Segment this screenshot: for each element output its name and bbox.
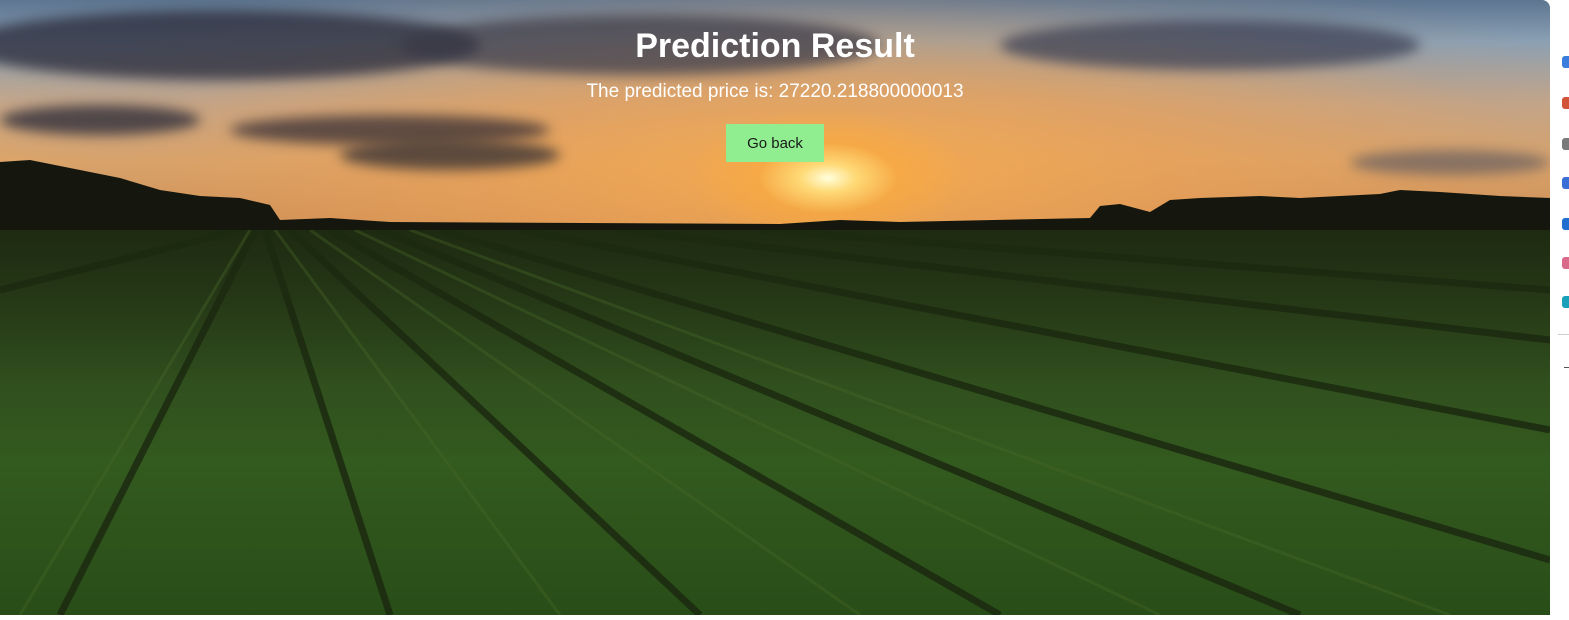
side-panel-blue-icon[interactable] xyxy=(1562,56,1569,68)
side-panel-add-icon[interactable] xyxy=(1564,367,1569,368)
go-back-button[interactable]: Go back xyxy=(726,124,824,162)
side-panel-teal-icon[interactable] xyxy=(1562,296,1569,308)
side-panel-gray-icon[interactable] xyxy=(1562,138,1569,150)
result-container: Prediction Result The predicted price is… xyxy=(0,0,1550,162)
browser-side-panel xyxy=(1550,0,1569,620)
side-panel-blue-icon[interactable] xyxy=(1562,218,1569,230)
crop-rows xyxy=(0,230,1550,615)
side-panel-divider xyxy=(1558,334,1569,335)
side-panel-multicolor-icon[interactable] xyxy=(1562,257,1569,269)
side-panel-orange-icon[interactable] xyxy=(1562,97,1569,109)
bottom-edge xyxy=(0,615,1569,620)
predicted-price-text: The predicted price is: 27220.2188000000… xyxy=(586,81,964,102)
side-panel-blue-icon[interactable] xyxy=(1562,177,1569,189)
page-title: Prediction Result xyxy=(635,27,915,65)
treeline xyxy=(0,160,1550,240)
